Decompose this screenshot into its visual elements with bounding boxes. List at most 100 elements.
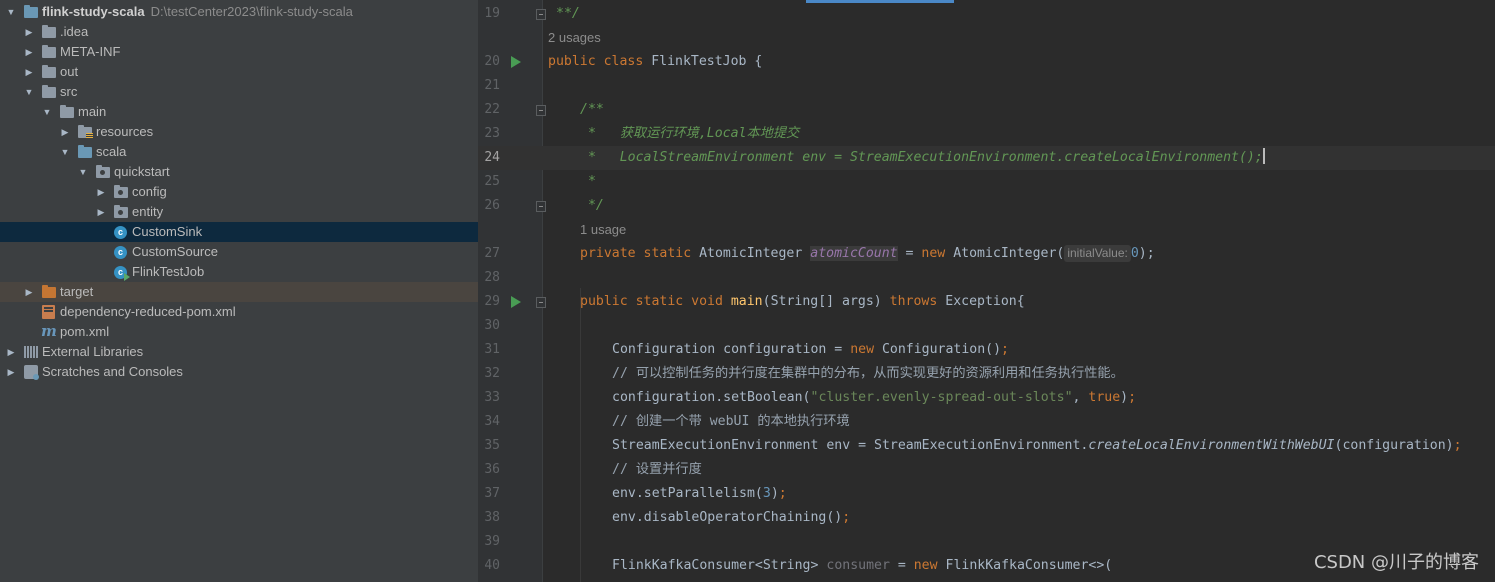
tree-item-src[interactable]: ▼ src xyxy=(0,82,478,102)
code-line-current[interactable]: 24 * LocalStreamEnvironment env = Stream… xyxy=(478,146,1495,170)
line-number: 26 xyxy=(484,198,500,213)
chevron-down-icon[interactable]: ▼ xyxy=(40,102,54,122)
tree-item-dependency-reduced-pom[interactable]: dependency-reduced-pom.xml xyxy=(0,302,478,322)
tree-item-customsource[interactable]: c CustomSource xyxy=(0,242,478,262)
package-icon xyxy=(114,205,128,218)
tree-item-out[interactable]: ▶ out xyxy=(0,62,478,82)
parameter-hint: initialValue: xyxy=(1064,245,1131,262)
chevron-right-icon[interactable]: ▶ xyxy=(22,22,36,42)
chevron-down-icon[interactable]: ▼ xyxy=(4,2,18,22)
code-line[interactable]: 25 * xyxy=(478,170,1495,194)
folder-icon xyxy=(42,25,56,38)
run-gutter-icon[interactable] xyxy=(511,296,521,308)
line-number: 23 xyxy=(484,126,500,141)
code-line[interactable]: 26 */ xyxy=(478,194,1495,218)
fold-icon[interactable] xyxy=(536,105,546,116)
code-text: env.setParallelism(3); xyxy=(612,486,787,501)
code-line[interactable]: 21 xyxy=(478,74,1495,98)
code-text: * xyxy=(580,174,596,189)
code-text: env.disableOperatorChaining(); xyxy=(612,510,851,525)
xml-file-icon xyxy=(42,305,55,319)
tree-item-scratches[interactable]: ▶ Scratches and Consoles xyxy=(0,362,478,382)
chevron-right-icon[interactable]: ▶ xyxy=(22,62,36,82)
run-gutter-icon[interactable] xyxy=(511,56,521,68)
code-line[interactable]: 32 // 可以控制任务的并行度在集群中的分布，从而实现更好的资源利用和任务执行… xyxy=(478,362,1495,386)
code-line[interactable]: 33 configuration.setBoolean("cluster.eve… xyxy=(478,386,1495,410)
package-icon xyxy=(96,165,110,178)
class-icon: c xyxy=(114,246,127,259)
usages-hint[interactable]: 2 usages xyxy=(548,30,601,45)
fold-icon[interactable] xyxy=(536,9,546,20)
tree-item-idea[interactable]: ▶ .idea xyxy=(0,22,478,42)
tree-item-label: FlinkTestJob xyxy=(132,264,205,279)
usages-hint[interactable]: 1 usage xyxy=(580,222,626,237)
tree-item-meta-inf[interactable]: ▶ META-INF xyxy=(0,42,478,62)
tree-item-customsink[interactable]: c CustomSink xyxy=(0,222,478,242)
tree-item-label: scala xyxy=(96,144,127,159)
code-line[interactable]: 31 Configuration configuration = new Con… xyxy=(478,338,1495,362)
tree-item-pom[interactable]: m pom.xml xyxy=(0,322,478,342)
tree-item-external-libraries[interactable]: ▶ External Libraries xyxy=(0,342,478,362)
text-caret xyxy=(1262,148,1265,164)
line-number: 22 xyxy=(484,102,500,117)
code-line[interactable]: 28 xyxy=(478,266,1495,290)
tree-item-flinktestjob[interactable]: c FlinkTestJob xyxy=(0,262,478,282)
line-number: 38 xyxy=(484,510,500,525)
chevron-right-icon[interactable]: ▶ xyxy=(4,362,18,382)
chevron-down-icon[interactable]: ▼ xyxy=(76,162,90,182)
tree-item-resources[interactable]: ▶ resources xyxy=(0,122,478,142)
chevron-right-icon[interactable]: ▶ xyxy=(58,122,72,142)
chevron-right-icon[interactable]: ▶ xyxy=(22,282,36,302)
line-number: 36 xyxy=(484,462,500,477)
chevron-down-icon[interactable]: ▼ xyxy=(58,142,72,162)
chevron-down-icon[interactable]: ▼ xyxy=(22,82,36,102)
tree-item-label: pom.xml xyxy=(60,324,110,339)
chevron-right-icon[interactable]: ▶ xyxy=(4,342,18,362)
code-line[interactable]: 27 private static AtomicInteger atomicCo… xyxy=(478,242,1495,266)
code-line[interactable]: 36 // 设置并行度 xyxy=(478,458,1495,482)
code-line[interactable]: 23 * 获取运行环境,Local本地提交 xyxy=(478,122,1495,146)
code-text: **/ xyxy=(556,6,580,21)
fold-icon[interactable] xyxy=(536,297,546,308)
chevron-right-icon[interactable]: ▶ xyxy=(22,42,36,62)
code-line[interactable]: 38 env.disableOperatorChaining(); xyxy=(478,506,1495,530)
code-line[interactable]: 29 public static void main(String[] args… xyxy=(478,290,1495,314)
line-number: 37 xyxy=(484,486,500,501)
tree-item-main[interactable]: ▼ main xyxy=(0,102,478,122)
fold-icon[interactable] xyxy=(536,201,546,212)
tree-item-target[interactable]: ▶ target xyxy=(0,282,478,302)
code-line[interactable]: 19 **/ xyxy=(478,2,1495,26)
tree-item-label: External Libraries xyxy=(42,344,144,359)
code-editor[interactable]: 19 **/ 2 usages 20 public class FlinkTes… xyxy=(478,0,1495,582)
code-comment: // 创建一个带 webUI 的本地执行环境 xyxy=(612,414,850,429)
chevron-right-icon[interactable]: ▶ xyxy=(94,182,108,202)
tree-root[interactable]: ▼ flink-study-scala D:\testCenter2023\fli… xyxy=(0,2,478,22)
line-number: 40 xyxy=(484,558,500,573)
project-root-path: D:\testCenter2023\flink-study-scala xyxy=(150,4,353,19)
package-icon xyxy=(114,185,128,198)
resources-folder-icon xyxy=(78,125,93,139)
tree-item-entity[interactable]: ▶ entity xyxy=(0,202,478,222)
code-line[interactable]: 30 xyxy=(478,314,1495,338)
code-line[interactable]: 34 // 创建一个带 webUI 的本地执行环境 xyxy=(478,410,1495,434)
tree-item-config[interactable]: ▶ config xyxy=(0,182,478,202)
code-line[interactable]: 22 /** xyxy=(478,98,1495,122)
tree-item-label: src xyxy=(60,84,78,99)
line-number: 34 xyxy=(484,414,500,429)
code-text: public static void main(String[] args) t… xyxy=(580,294,1025,309)
libraries-icon xyxy=(24,346,38,358)
line-number: 25 xyxy=(484,174,500,189)
folder-icon xyxy=(42,65,56,78)
chevron-right-icon[interactable]: ▶ xyxy=(94,202,108,222)
tree-item-quickstart[interactable]: ▼ quickstart xyxy=(0,162,478,182)
tree-item-label: CustomSource xyxy=(132,244,218,259)
code-line[interactable]: 20 public class FlinkTestJob { xyxy=(478,50,1495,74)
line-number: 32 xyxy=(484,366,500,381)
tree-item-label: dependency-reduced-pom.xml xyxy=(60,304,236,319)
module-folder-icon xyxy=(24,5,38,18)
code-comment: // 可以控制任务的并行度在集群中的分布，从而实现更好的资源利用和任务执行性能。 xyxy=(612,366,1124,381)
tree-item-scala[interactable]: ▼ scala xyxy=(0,142,478,162)
folder-icon xyxy=(60,105,74,118)
code-line[interactable]: 35 StreamExecutionEnvironment env = Stre… xyxy=(478,434,1495,458)
code-line[interactable]: 37 env.setParallelism(3); xyxy=(478,482,1495,506)
